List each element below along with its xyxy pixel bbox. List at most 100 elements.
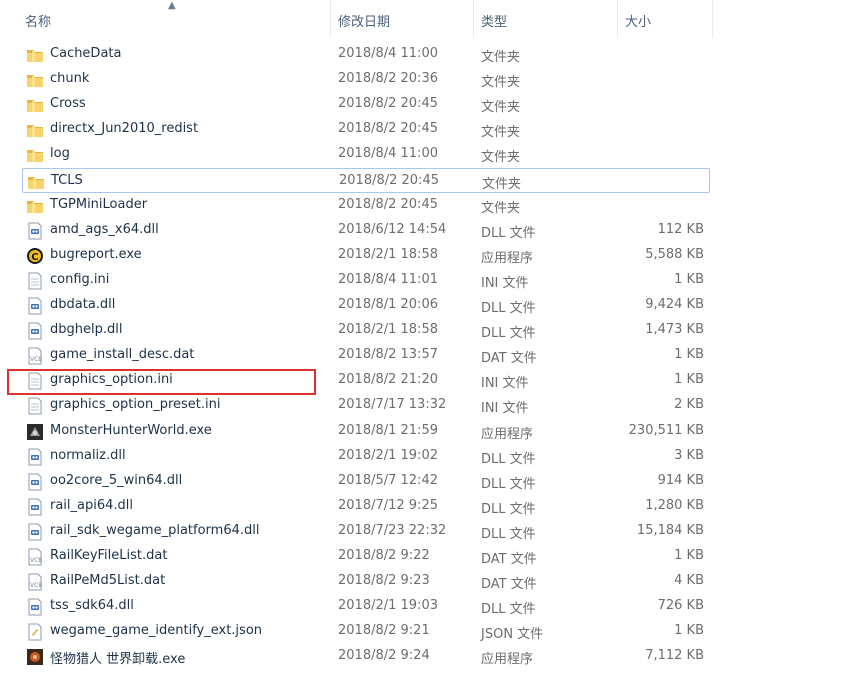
- file-type: 应用程序: [481, 652, 534, 668]
- file-row-railkeyfilelist-dat[interactable]: VCB RailKeyFileList.dat 2018/8/2 9:22 DAT 文…: [22, 544, 710, 569]
- file-date-modified: 2018/8/2 9:21: [338, 623, 430, 639]
- folder-icon: [27, 173, 45, 191]
- file-row-tgpminiloader[interactable]: TGPMiniLoader 2018/8/2 20:45 文件夹: [22, 193, 710, 218]
- file-size: 914 KB: [657, 472, 704, 488]
- file-type: DAT 文件: [481, 351, 537, 367]
- file-row-oo2core-5-win64-dll[interactable]: oo2core_5_win64.dll 2018/5/7 12:42 DLL 文件 9…: [22, 469, 710, 494]
- file-date-modified: 2018/8/4 11:00: [338, 146, 438, 162]
- file-size: 1 KB: [674, 623, 704, 639]
- file-name: rail_api64.dll: [50, 497, 134, 513]
- file-row-amd-ags-x64-dll[interactable]: amd_ags_x64.dll 2018/6/12 14:54 DLL 文件 112 …: [22, 218, 710, 243]
- file-row-monsterhunterworld-exe[interactable]: MonsterHunterWorld.exe 2018/8/1 21:59 应用程序…: [22, 419, 710, 444]
- file-type: 文件夹: [481, 50, 521, 65]
- monster-hunter-app-icon: [26, 423, 44, 441]
- file-row-normaliz-dll[interactable]: normaliz.dll 2018/2/1 19:02 DLL 文件 3 KB: [22, 444, 710, 469]
- file-row-cross[interactable]: Cross 2018/8/2 20:45 文件夹: [22, 92, 710, 117]
- file-type: DAT 文件: [481, 577, 537, 593]
- file-row-tss-sdk64-dll[interactable]: tss_sdk64.dll 2018/2/1 19:03 DLL 文件 726 KB: [22, 594, 710, 619]
- column-divider[interactable]: [473, 0, 474, 38]
- file-date-modified: 2018/7/12 9:25: [338, 497, 438, 513]
- file-date-modified: 2018/2/1 19:03: [338, 598, 438, 614]
- file-size: 230,511 KB: [628, 422, 704, 438]
- svg-text:VCB: VCB: [30, 356, 42, 363]
- file-row-rail-sdk-wegame-platform64-dll[interactable]: rail_sdk_wegame_platform64.dll 2018/7/23 …: [22, 519, 710, 544]
- file-name: dbdata.dll: [50, 297, 116, 312]
- column-header-bar: ▲ 名称 修改日期 类型 大小: [0, 0, 855, 38]
- file-name: bugreport.exe: [50, 246, 142, 262]
- dat-file-icon: VCB: [26, 548, 44, 566]
- file-size: 15,184 KB: [636, 522, 704, 538]
- folder-icon: [26, 96, 44, 114]
- file-type: DLL 文件: [481, 526, 536, 542]
- file-date-modified: 2018/8/2 9:22: [338, 548, 430, 563]
- file-name: RailKeyFileList.dat: [50, 548, 168, 563]
- file-row-rail-api64-dll[interactable]: rail_api64.dll 2018/7/12 9:25 DLL 文件 1,280 …: [22, 494, 710, 519]
- file-name: RailPeMd5List.dat: [50, 573, 166, 589]
- file-date-modified: 2018/2/1 18:58: [338, 246, 438, 262]
- file-name: directx_Jun2010_redist: [50, 121, 199, 137]
- file-date-modified: 2018/8/4 11:01: [338, 271, 438, 287]
- file-type: INI 文件: [481, 275, 529, 291]
- file-date-modified: 2018/8/1 21:59: [338, 422, 438, 438]
- file-type: 文件夹: [481, 125, 521, 141]
- file-name: config.ini: [50, 271, 110, 287]
- folder-icon: [26, 146, 44, 164]
- file-date-modified: 2018/8/2 20:45: [338, 196, 438, 212]
- file-row-chunk[interactable]: chunk 2018/8/2 20:36 文件夹: [22, 67, 710, 92]
- ini-file-icon: [26, 397, 44, 415]
- svg-text:C: C: [31, 252, 38, 263]
- column-divider[interactable]: [330, 0, 331, 38]
- dat-file-icon: VCB: [26, 573, 44, 591]
- column-header-type[interactable]: 类型: [481, 11, 507, 30]
- file-name: Cross: [50, 96, 86, 112]
- file-size: 112 KB: [657, 221, 704, 237]
- file-row-cachedata[interactable]: CacheData 2018/8/4 11:00 文件夹: [22, 42, 710, 67]
- file-type: INI 文件: [481, 401, 529, 417]
- dll-file-icon: [26, 322, 44, 340]
- file-date-modified: 2018/8/1 20:06: [338, 297, 438, 312]
- file-type: 应用程序: [481, 426, 534, 442]
- file-size: 1 KB: [674, 372, 704, 388]
- file-date-modified: 2018/8/4 11:00: [338, 46, 438, 61]
- column-header-name[interactable]: 名称: [25, 11, 51, 30]
- file-date-modified: 2018/8/2 13:57: [338, 347, 438, 363]
- folder-icon: [26, 71, 44, 89]
- file-size: 1 KB: [674, 548, 704, 563]
- file-date-modified: 2018/7/17 13:32: [338, 397, 447, 413]
- file-date-modified: 2018/6/12 14:54: [338, 221, 447, 237]
- file-size: 3 KB: [674, 447, 704, 463]
- column-divider[interactable]: [617, 0, 618, 38]
- column-header-date[interactable]: 修改日期: [338, 11, 390, 30]
- file-name: TGPMiniLoader: [50, 196, 148, 212]
- file-row-game-install-desc-dat[interactable]: VCB game_install_desc.dat 2018/8/2 13:57 DA…: [22, 343, 710, 368]
- file-row-directx-jun2010-redist[interactable]: directx_Jun2010_redist 2018/8/2 20:45 文件夹: [22, 117, 710, 142]
- dll-file-icon: [26, 448, 44, 466]
- column-header-size[interactable]: 大小: [625, 11, 651, 30]
- file-date-modified: 2018/5/7 12:42: [338, 472, 438, 488]
- file-type: JSON 文件: [481, 627, 544, 643]
- file-date-modified: 2018/8/2 20:45: [339, 172, 439, 188]
- sort-arrow-icon: ▲: [168, 0, 176, 11]
- file-type: DAT 文件: [481, 552, 537, 567]
- file-row-exe[interactable]: 怪物猎人 世界卸载.exe 2018/8/2 9:24 应用程序 7,112 KB: [22, 644, 710, 669]
- file-date-modified: 2018/2/1 18:58: [338, 322, 438, 338]
- column-divider[interactable]: [712, 0, 713, 38]
- file-date-modified: 2018/8/2 20:45: [338, 96, 438, 112]
- file-row-graphics-option-preset-ini[interactable]: graphics_option_preset.ini 2018/7/17 13:3…: [22, 393, 710, 418]
- file-row-log[interactable]: log 2018/8/4 11:00 文件夹: [22, 142, 710, 167]
- file-name: dbghelp.dll: [50, 322, 123, 338]
- file-row-dbghelp-dll[interactable]: dbghelp.dll 2018/2/1 18:58 DLL 文件 1,473 KB: [22, 318, 710, 343]
- file-row-tcls[interactable]: TCLS 2018/8/2 20:45 文件夹: [22, 167, 710, 193]
- file-row-wegame-game-identify-ext-json[interactable]: wegame_game_identify_ext.json 2018/8/2 9:…: [22, 619, 710, 644]
- file-name: MonsterHunterWorld.exe: [50, 422, 212, 438]
- file-date-modified: 2018/8/2 21:20: [338, 372, 438, 388]
- file-date-modified: 2018/8/2 9:23: [338, 573, 430, 589]
- file-type: DLL 文件: [481, 501, 536, 517]
- dll-file-icon: [26, 297, 44, 315]
- file-row-config-ini[interactable]: config.ini 2018/8/4 11:01 INI 文件 1 KB: [22, 268, 710, 293]
- file-name: game_install_desc.dat: [50, 347, 195, 363]
- file-row-dbdata-dll[interactable]: dbdata.dll 2018/8/1 20:06 DLL 文件 9,424 KB: [22, 293, 710, 318]
- file-row-railpemd5list-dat[interactable]: VCB RailPeMd5List.dat 2018/8/2 9:23 DAT 文件 4…: [22, 569, 710, 594]
- file-row-bugreport-exe[interactable]: Cbugreport.exe 2018/2/1 18:58 应用程序 5,588 KB: [22, 243, 710, 268]
- bugreport-app-icon: C: [26, 247, 44, 265]
